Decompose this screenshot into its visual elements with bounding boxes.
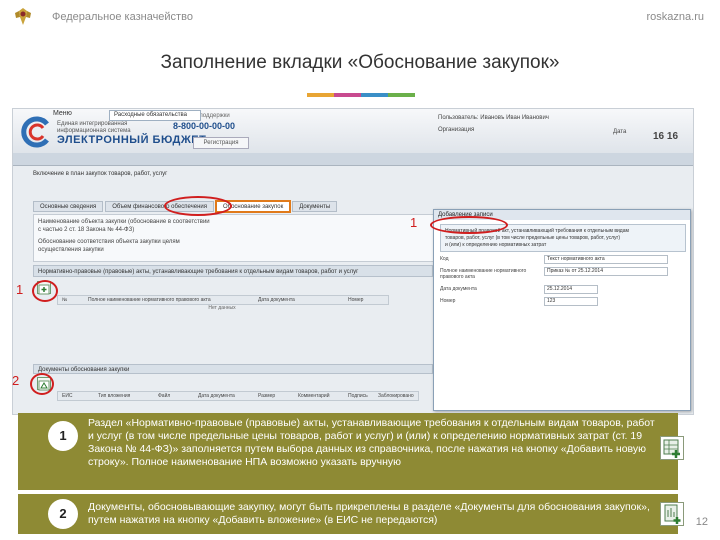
title-accent-bar (307, 93, 415, 97)
callout-number: 1 (16, 282, 24, 297)
column-header: Файл (158, 393, 171, 399)
step-text-1: Раздел «Нормативно-правовые (правовые) а… (88, 417, 655, 468)
page-number: 12 (695, 516, 708, 528)
site-url[interactable]: roskazna.ru (647, 11, 704, 23)
user-org: Организация (438, 127, 475, 133)
app-screenshot: Единая интегрированная информационная си… (12, 108, 694, 415)
register-button[interactable]: Регистрация (193, 137, 249, 149)
add-attachment-icon (660, 502, 684, 526)
date-field[interactable]: 25.12.2014 (544, 285, 598, 294)
callout-number: 1 (410, 215, 418, 230)
column-header: ЕИС (62, 393, 73, 399)
column-header: № (62, 297, 68, 303)
add-attachment-highlight-oval (30, 373, 54, 395)
user-name: Пользователь: Ивановъ Иван Иванович (438, 115, 549, 121)
org-name: Федеральное казначейство (52, 11, 193, 23)
column-header: Комментарий (298, 393, 330, 399)
column-header: Дата документа (258, 297, 295, 303)
app-logo-name: ЭЛЕКТРОННЫЙ БЮДЖЕТ (57, 134, 207, 146)
number-field[interactable]: 123 (544, 297, 598, 306)
support-phone: 8-800-00-00-00 (173, 121, 236, 131)
app-logo-caption: Единая интегрированная информационная си… (57, 121, 131, 134)
page-title: Заполнение вкладки «Обоснование закупок» (160, 52, 560, 73)
dialog-field-label: Дата документа (440, 286, 477, 292)
app-navbar (13, 153, 693, 166)
emblem-icon (12, 6, 34, 28)
add-row-icon (660, 436, 684, 460)
npa-grid-header: № Полное наименование нормативного право… (57, 295, 389, 305)
electronic-budget-logo-icon (19, 115, 53, 149)
field-label: Обоснование соответствия объекта закупки… (38, 239, 180, 245)
npa-section-header: Нормативно-правовые (правовые) акты, уст… (33, 265, 433, 277)
column-header: Полное наименование нормативного правово… (88, 297, 211, 303)
field-label: с частью 2 ст. 18 Закона № 44-ФЗ) (38, 227, 135, 233)
code-field[interactable]: Текст нормативного акта (544, 255, 668, 264)
list-item[interactable]: товаров, работ, услуг (в том числе преде… (445, 235, 620, 241)
dialog-field-label: Код (440, 256, 449, 262)
step-text-2: Документы, обосновывающие закупку, могут… (88, 501, 650, 526)
dialog-field-label: Полное наименование нормативного правово… (440, 268, 527, 280)
field-label: осуществления закупки (38, 247, 104, 253)
clock: 16 16 (653, 131, 679, 142)
field-label: Наименование объекта закупки (обосновани… (38, 219, 210, 225)
tab-highlight-oval (164, 196, 232, 216)
dialog-highlight-oval (430, 216, 508, 234)
add-row-highlight-oval (32, 280, 58, 302)
column-header: Подпись (348, 393, 368, 399)
dialog-field-label: Номер (440, 298, 456, 304)
npa-name-field[interactable]: Приказ № от 25.12.2014 (544, 267, 668, 276)
document-title: Включение в план закупок товаров, работ,… (33, 171, 168, 177)
column-header: Размер (258, 393, 276, 399)
column-header: Дата документа (198, 393, 235, 399)
add-record-dialog: Добавление записи Нормативный правовой а… (433, 209, 691, 411)
callout-number: 2 (12, 373, 20, 388)
column-header: Тип вложения (98, 393, 131, 399)
step-number-2: 2 (48, 499, 78, 529)
tab-documents[interactable]: Документы (292, 201, 338, 212)
docs-grid-header: ЕИС Тип вложения Файл Дата документа Раз… (57, 391, 419, 401)
date-label: Дата (613, 129, 627, 135)
justification-fields: Наименование объекта закупки (обосновани… (33, 214, 435, 262)
npa-grid-empty: Нет данных (208, 305, 236, 311)
tab-main-info[interactable]: Основные сведения (33, 201, 104, 212)
column-header: Заблокировано (378, 393, 414, 399)
menu-button[interactable]: Меню (53, 110, 72, 117)
step-number-1: 1 (48, 421, 78, 451)
docs-section-header: Документы обоснования закупки (33, 364, 433, 374)
document-tab[interactable]: Расходные обязательства (109, 110, 201, 121)
list-item[interactable]: и (или) к определению нормативных затрат (445, 242, 546, 248)
column-header: Номер (348, 297, 364, 303)
